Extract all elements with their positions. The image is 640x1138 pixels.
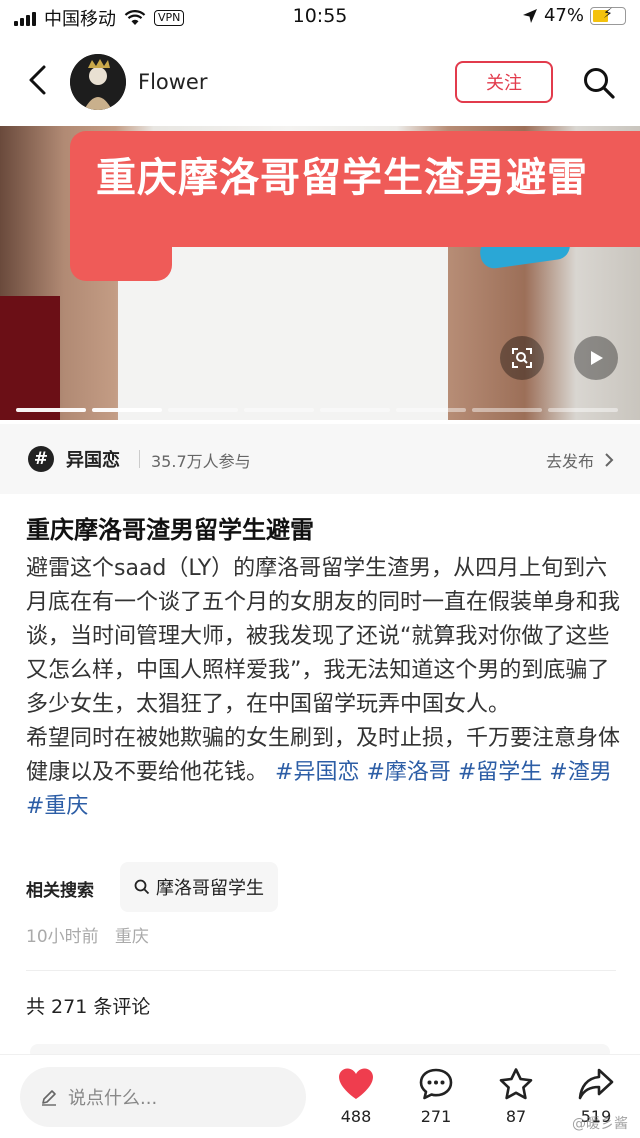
carousel-dot xyxy=(244,408,314,412)
back-arrow-icon[interactable] xyxy=(24,64,52,96)
heart-icon xyxy=(339,1068,373,1099)
favorite-count: 87 xyxy=(505,1107,527,1126)
post-time: 10小时前 xyxy=(26,927,99,947)
comment-bubble-icon xyxy=(419,1068,453,1100)
watermark: @暖彡酱 xyxy=(572,1116,628,1132)
post-body: 避雷这个saad（LY）的摩洛哥留学生渣男，从四月上旬到六月底在有一个谈了五个月… xyxy=(26,552,620,824)
topic-publish-label: 去发布 xyxy=(545,452,594,471)
battery-percent: 47% xyxy=(543,5,584,26)
comment-input-placeholder: 说点什么... xyxy=(68,1088,158,1109)
search-icon[interactable] xyxy=(582,66,616,100)
carousel-dot xyxy=(320,408,390,412)
battery-icon: ⚡ xyxy=(590,6,626,25)
share-arrow-icon xyxy=(578,1068,614,1100)
related-search-chip[interactable]: 摩洛哥留学生 xyxy=(120,862,278,912)
carousel-dot xyxy=(472,408,542,412)
play-icon[interactable] xyxy=(574,336,618,380)
pencil-icon xyxy=(42,1090,56,1106)
comment-count-label: 271 xyxy=(420,1107,452,1126)
carousel-indicator xyxy=(16,408,618,412)
like-count: 488 xyxy=(340,1107,372,1126)
status-bar: 中国移动 VPN 10:55 47% ⚡ xyxy=(0,0,640,34)
follow-button[interactable]: 关注 xyxy=(455,61,553,103)
comment-input[interactable]: 说点什么... xyxy=(20,1067,306,1127)
carousel-dot xyxy=(16,408,86,412)
image-caption: 重庆摩洛哥留学生渣男避雷 xyxy=(96,155,588,201)
search-icon xyxy=(134,879,150,895)
post-header: Flower 关注 xyxy=(0,34,640,126)
hashtag-icon: # xyxy=(28,446,54,472)
divider xyxy=(26,970,616,971)
favorite-button[interactable]: 87 xyxy=(486,1067,546,1126)
bottom-action-bar: 说点什么... 488 271 87 519 @暖彡酱 xyxy=(0,1054,640,1138)
chevron-right-icon xyxy=(605,453,614,467)
author-name[interactable]: Flower xyxy=(138,70,208,94)
carousel-dot xyxy=(168,408,238,412)
avatar[interactable] xyxy=(70,54,126,110)
topic-bar[interactable]: # 异国恋 35.7万人参与 去发布 xyxy=(0,424,640,494)
carousel-dot xyxy=(548,408,618,412)
topic-name: 异国恋 xyxy=(66,450,120,471)
topic-publish-link[interactable]: 去发布 xyxy=(546,448,614,472)
related-search-query: 摩洛哥留学生 xyxy=(156,878,264,899)
post-image[interactable]: 重庆摩洛哥留学生渣男避雷 xyxy=(0,126,640,420)
image-search-icon[interactable] xyxy=(500,336,544,380)
carousel-dot xyxy=(92,408,162,412)
post-title: 重庆摩洛哥渣男留学生避雷 xyxy=(26,516,314,544)
comment-button[interactable]: 271 xyxy=(406,1067,466,1126)
carousel-dot xyxy=(396,408,466,412)
comment-count: 共 271 条评论 xyxy=(26,996,151,1018)
post-meta: 10小时前 重庆 xyxy=(26,922,149,947)
post-body-text: 避雷这个saad（LY）的摩洛哥留学生渣男，从四月上旬到六月底在有一个谈了五个月… xyxy=(26,556,621,717)
related-search-label: 相关搜索 xyxy=(26,881,94,901)
related-search: 相关搜索 摩洛哥留学生 xyxy=(26,862,626,912)
star-icon xyxy=(499,1068,533,1100)
post-location: 重庆 xyxy=(114,927,149,947)
topic-participants: 35.7万人参与 xyxy=(151,452,251,471)
like-button[interactable]: 488 xyxy=(326,1067,386,1126)
location-arrow-icon xyxy=(522,8,537,23)
